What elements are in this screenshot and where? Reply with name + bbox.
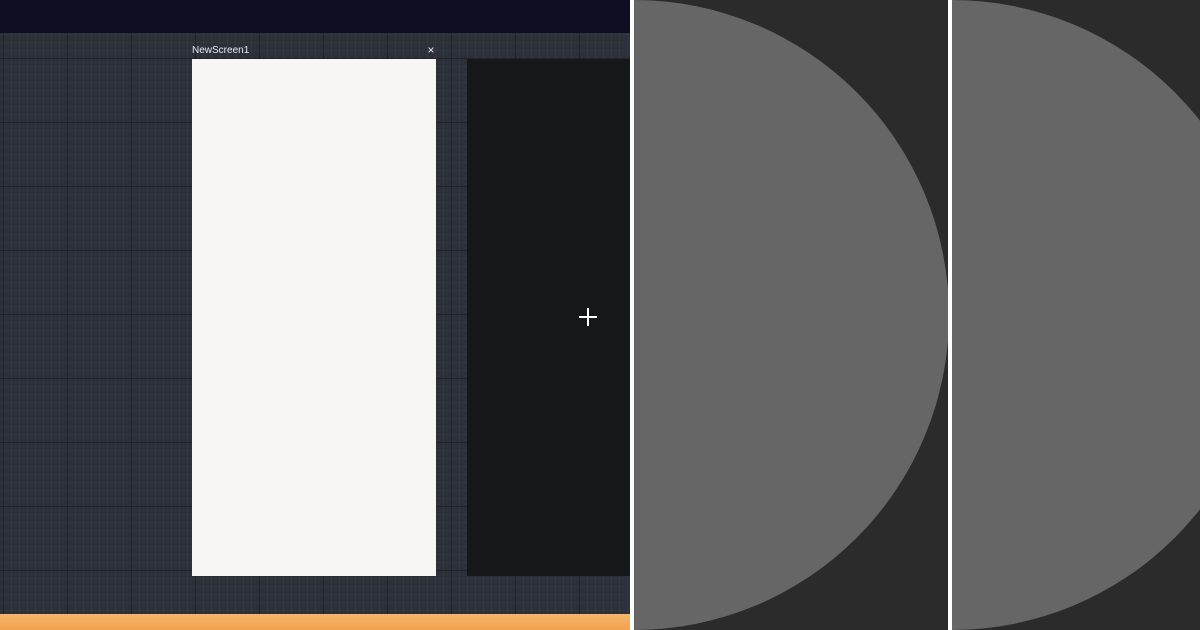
preview-panel bbox=[634, 0, 948, 630]
screenshot-root: NewScreen1 × bbox=[0, 0, 1200, 630]
close-icon[interactable]: × bbox=[425, 43, 437, 57]
add-screen-button[interactable] bbox=[467, 59, 630, 576]
screen-editor: NewScreen1 × bbox=[0, 0, 630, 630]
half-circle-shape bbox=[952, 0, 1200, 630]
plus-icon[interactable] bbox=[578, 307, 598, 327]
top-bar bbox=[0, 0, 630, 33]
screen-title: NewScreen1 bbox=[192, 45, 250, 56]
preview-panel bbox=[952, 0, 1200, 630]
bottom-bar bbox=[0, 614, 630, 630]
half-circle-shape bbox=[634, 0, 948, 630]
screen-frame[interactable] bbox=[192, 59, 436, 576]
